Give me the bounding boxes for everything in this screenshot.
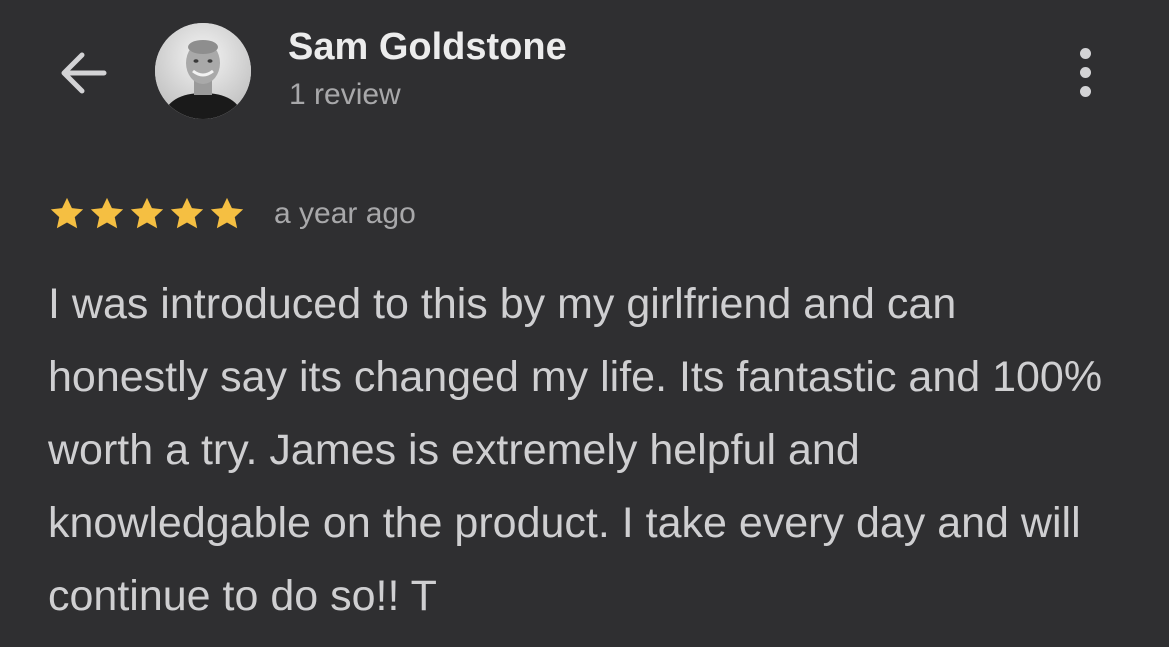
star-rating xyxy=(47,195,247,233)
more-vert-icon xyxy=(1079,47,1091,59)
star-icon xyxy=(130,197,164,229)
star-icon xyxy=(170,197,204,229)
more-vert-icon-dot xyxy=(1079,66,1091,78)
arrow-left-icon xyxy=(61,52,107,94)
review-time: a year ago xyxy=(274,197,416,230)
review-detail-screen: Sam Goldstone 1 review a year ago I was … xyxy=(0,0,1169,647)
star-icon xyxy=(50,197,84,229)
review-count: 1 review xyxy=(289,78,401,111)
back-button[interactable] xyxy=(50,43,116,103)
avatar-photo xyxy=(155,23,251,119)
rating-row: a year ago xyxy=(47,192,416,236)
star-icon xyxy=(90,197,124,229)
reviewer-name[interactable]: Sam Goldstone xyxy=(288,26,567,69)
review-text: I was introduced to this by my girlfrien… xyxy=(48,280,1103,620)
star-icon xyxy=(210,197,244,229)
avatar[interactable] xyxy=(155,23,251,119)
more-options-button[interactable] xyxy=(1061,42,1109,102)
more-vert-icon-dot xyxy=(1079,85,1091,97)
